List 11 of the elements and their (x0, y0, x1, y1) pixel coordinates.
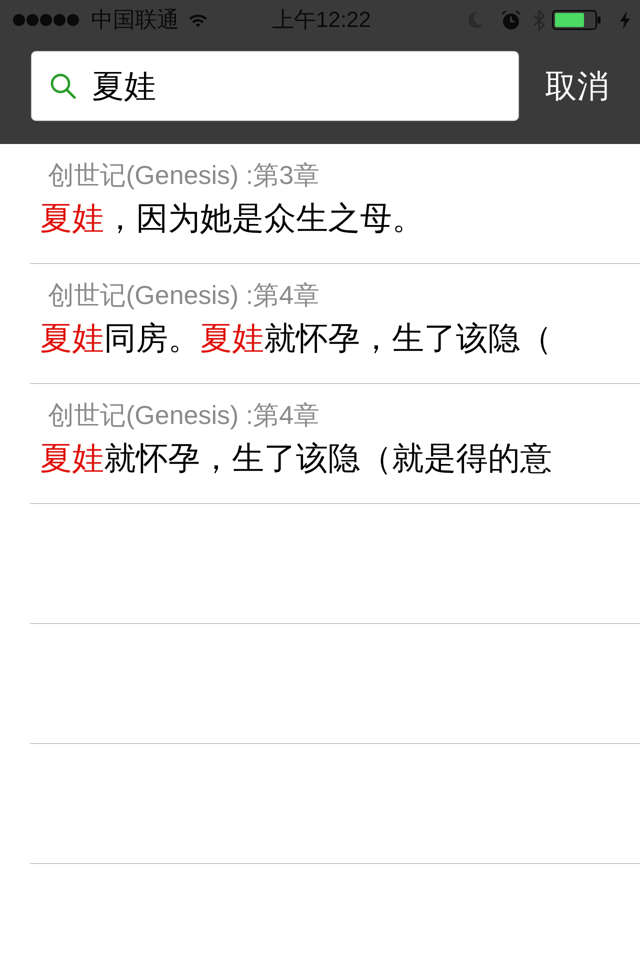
charging-bolt-icon (620, 11, 630, 29)
wifi-icon (189, 14, 207, 26)
signal-strength-icon (13, 14, 79, 26)
cancel-button[interactable]: 取消 (541, 63, 613, 110)
search-icon (50, 73, 76, 99)
search-field[interactable]: 夏娃 (31, 51, 519, 121)
verse-text[interactable]: 夏娃，因为她是众生之母。 (40, 199, 424, 238)
alarm-clock-icon (501, 10, 521, 30)
battery-icon (552, 10, 601, 30)
verse-text[interactable]: 夏娃就怀孕，生了该隐（就是得的意 (40, 439, 552, 478)
verse-text[interactable]: 夏娃同房。夏娃就怀孕，生了该隐（ (40, 319, 552, 358)
